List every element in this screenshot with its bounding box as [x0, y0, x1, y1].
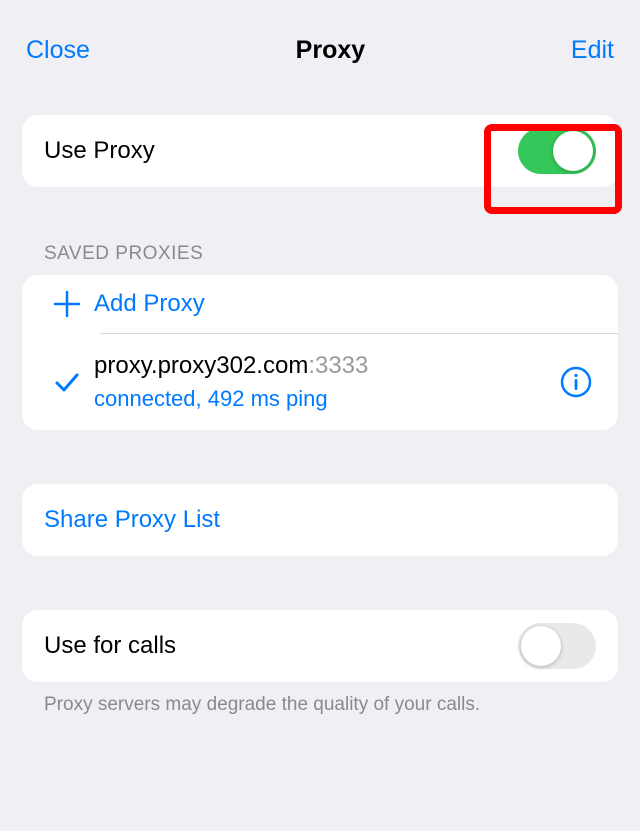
- checkmark-icon: [40, 368, 94, 396]
- use-for-calls-cell: Use for calls: [22, 610, 618, 682]
- proxy-host-line: proxy.proxy302.com:3333: [94, 352, 552, 380]
- add-proxy-label: Add Proxy: [94, 290, 600, 318]
- edit-button[interactable]: Edit: [571, 38, 614, 63]
- navbar: Close Proxy Edit: [0, 10, 640, 85]
- add-proxy-row[interactable]: Add Proxy: [22, 275, 618, 333]
- use-for-calls-label: Use for calls: [44, 632, 518, 660]
- proxy-port: :3333: [308, 352, 368, 379]
- calls-footer-note: Proxy servers may degrade the quality of…: [44, 694, 618, 716]
- page-title: Proxy: [296, 36, 365, 65]
- use-for-calls-toggle[interactable]: [518, 623, 596, 669]
- use-for-calls-group: Use for calls: [22, 610, 618, 682]
- use-proxy-label: Use Proxy: [44, 137, 518, 165]
- share-proxy-list-button[interactable]: Share Proxy List: [22, 484, 618, 556]
- close-button[interactable]: Close: [26, 38, 90, 63]
- share-proxy-group: Share Proxy List: [22, 484, 618, 556]
- saved-proxies-header: SAVED PROXIES: [44, 243, 618, 265]
- proxy-host: proxy.proxy302.com: [94, 352, 308, 379]
- share-proxy-label: Share Proxy List: [44, 506, 220, 534]
- proxy-entry-main: proxy.proxy302.com:3333 connected, 492 m…: [94, 352, 552, 412]
- plus-icon: [40, 289, 94, 319]
- highlight-annotation: [484, 124, 622, 214]
- proxy-entry-row[interactable]: proxy.proxy302.com:3333 connected, 492 m…: [22, 334, 618, 430]
- info-icon[interactable]: [552, 366, 600, 398]
- proxy-status: connected, 492 ms ping: [94, 386, 552, 412]
- toggle-knob: [521, 626, 561, 666]
- saved-proxies-group: Add Proxy proxy.proxy302.com:3333 connec…: [22, 275, 618, 430]
